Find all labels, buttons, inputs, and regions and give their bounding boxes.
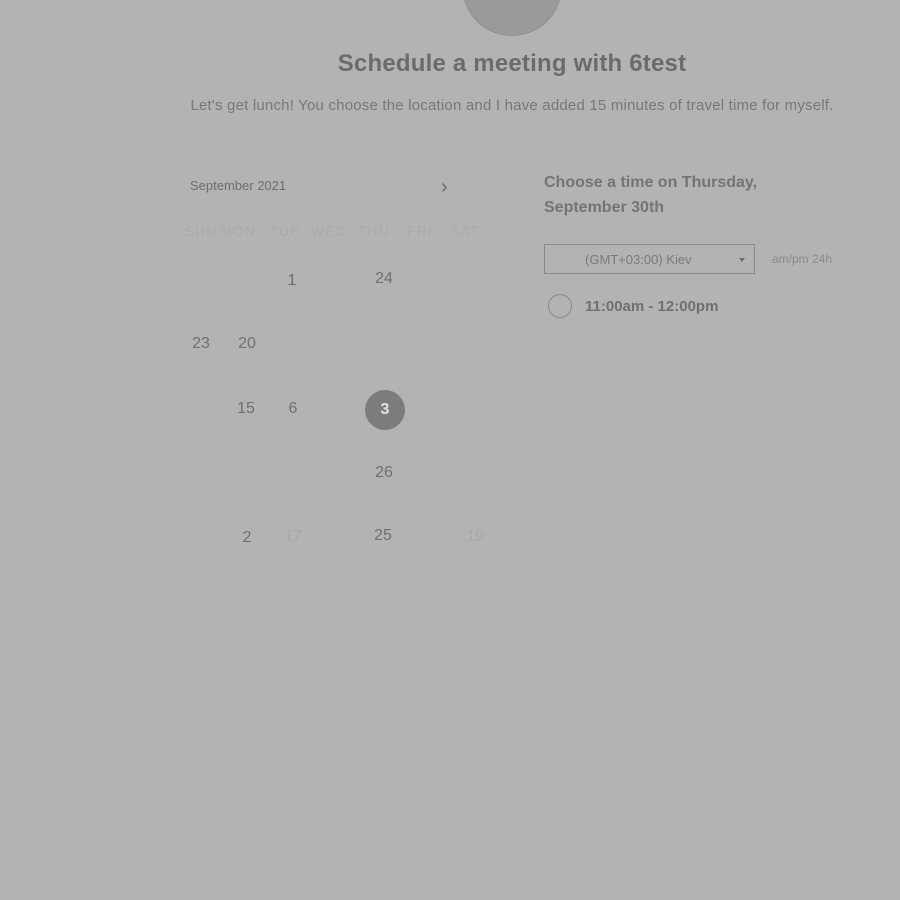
calendar-day[interactable]: 25 [360,527,406,545]
calendar-day[interactable]: 2 [224,529,270,547]
weekday-sat: SAT [450,223,480,239]
weekday-thu: THU [358,223,390,239]
weekday-fri: FRI [407,223,433,239]
calendar-day[interactable]: 1 [269,272,315,290]
time-heading: Choose a time on Thursday, September 30t… [544,174,758,216]
weekday-tue: TUE [269,223,301,239]
page-title: Schedule a meeting with 6test [337,50,687,77]
weekday-wed: WED [311,223,347,239]
chevron-left-icon[interactable]: ‹ [370,180,375,198]
time-format-toggle[interactable]: am/pm 24h [772,252,832,266]
calendar-day[interactable]: 24 [361,270,407,288]
calendar-day[interactable]: 15 [223,400,269,418]
timezone-select[interactable]: (GMT+03:00) Kiev [544,244,755,274]
meeting-description: Let's get lunch! You choose the location… [190,97,834,114]
calendar-day-disabled: 19 [466,528,484,545]
time-slot-label: 11:00am - 12:00pm [585,298,719,315]
chevron-right-icon[interactable]: › [441,176,448,199]
calendar-day[interactable]: 26 [361,464,407,482]
timezone-value: (GMT+03:00) Kiev [585,252,692,267]
calendar-day[interactable]: 23 [178,335,224,353]
calendar-day[interactable]: 6 [270,400,316,418]
avatar [462,0,562,36]
calendar-day-selected[interactable]: 3 [365,390,405,430]
calendar-day[interactable]: 20 [224,335,270,353]
weekday-mon: MON [220,223,256,239]
month-label: September 2021 [190,178,287,193]
calendar-day-disabled: 17 [284,528,302,545]
radio-icon[interactable] [548,294,572,318]
caret-down-icon [739,258,745,262]
